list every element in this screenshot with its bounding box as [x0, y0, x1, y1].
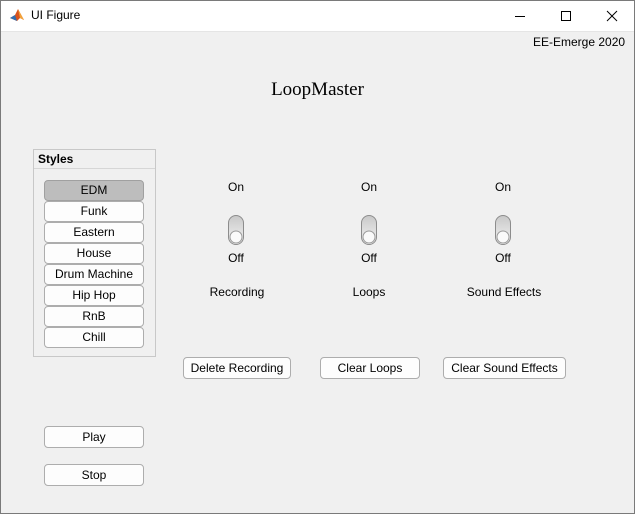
styles-panel-header: Styles: [34, 150, 155, 169]
delete-recording-button[interactable]: Delete Recording: [183, 357, 291, 379]
close-button[interactable]: [589, 0, 635, 31]
minimize-button[interactable]: [497, 0, 543, 31]
style-item-eastern[interactable]: Eastern: [44, 222, 144, 243]
title-bar: UI Figure: [0, 0, 635, 32]
maximize-button[interactable]: [543, 0, 589, 31]
clear-loops-button[interactable]: Clear Loops: [320, 357, 420, 379]
clear-sound-effects-button[interactable]: Clear Sound Effects: [443, 357, 566, 379]
recording-on-label: On: [227, 180, 244, 194]
sound-effects-switch[interactable]: [495, 215, 511, 245]
style-item-drum-machine[interactable]: Drum Machine: [44, 264, 144, 285]
loops-on-label: On: [360, 180, 377, 194]
sound-effects-switch-label: Sound Effects: [466, 285, 542, 299]
sound-effects-off-label: Off: [495, 251, 511, 265]
credit-label: EE-Emerge 2020: [533, 35, 626, 49]
recording-switch-label: Recording: [209, 285, 265, 299]
loops-switch[interactable]: [361, 215, 377, 245]
sound-effects-on-label: On: [494, 180, 511, 194]
style-item-funk[interactable]: Funk: [44, 201, 144, 222]
recording-switch[interactable]: [228, 215, 244, 245]
style-item-edm[interactable]: EDM: [44, 180, 144, 201]
app-title: LoopMaster: [271, 79, 364, 100]
style-item-chill[interactable]: Chill: [44, 327, 144, 348]
loops-off-label: Off: [361, 251, 377, 265]
matlab-icon: [9, 7, 25, 23]
window-title: UI Figure: [31, 8, 81, 22]
loops-switch-label: Loops: [352, 285, 386, 299]
maximize-icon: [561, 10, 571, 21]
style-item-rnb[interactable]: RnB: [44, 306, 144, 327]
styles-panel-title: Styles: [38, 152, 74, 166]
style-item-hip-hop[interactable]: Hip Hop: [44, 285, 144, 306]
stop-button[interactable]: Stop: [44, 464, 144, 486]
minimize-icon: [515, 15, 525, 17]
styles-panel: Styles EDM Funk Eastern House Drum Machi…: [33, 149, 156, 357]
close-icon: [606, 10, 618, 21]
play-button[interactable]: Play: [44, 426, 144, 448]
style-item-house[interactable]: House: [44, 243, 144, 264]
recording-off-label: Off: [228, 251, 244, 265]
